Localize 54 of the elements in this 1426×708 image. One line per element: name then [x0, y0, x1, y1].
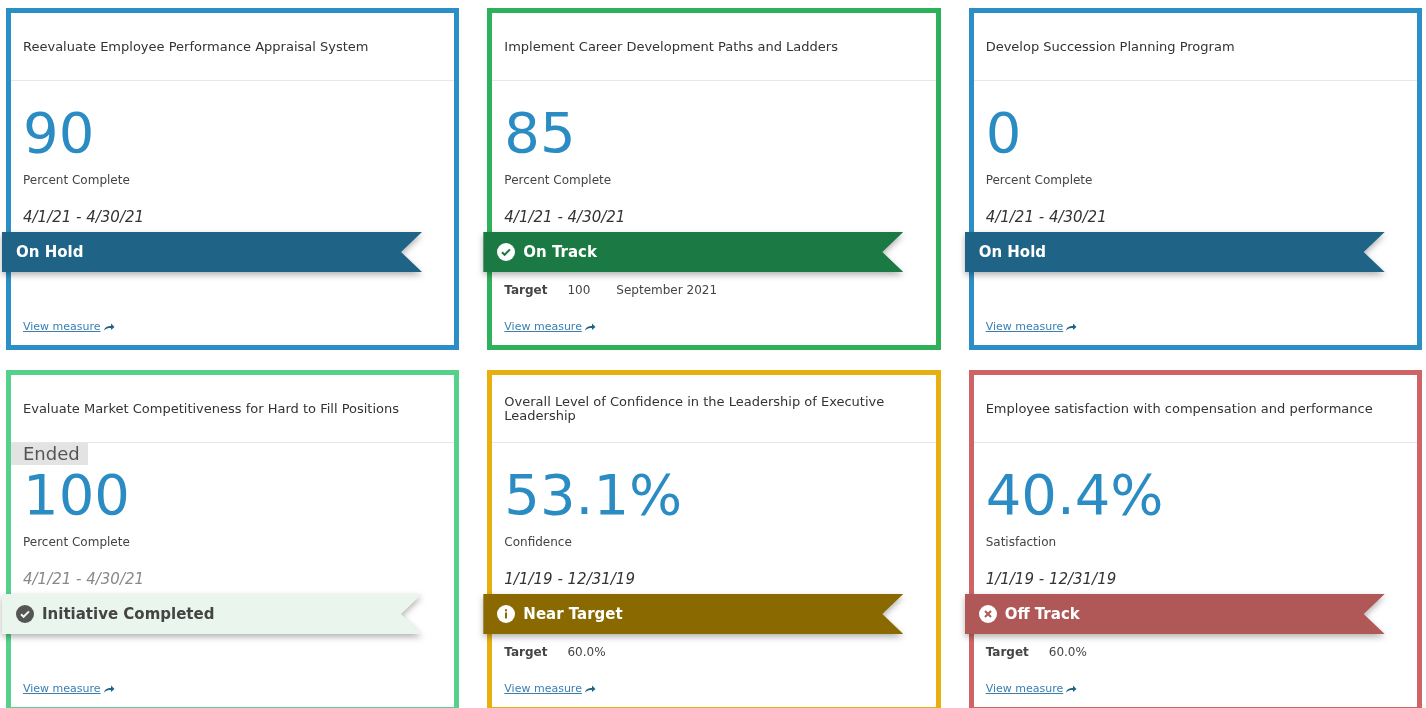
- view-measure-link[interactable]: View measure: [504, 320, 596, 334]
- metric-label: Percent Complete: [504, 173, 612, 187]
- card-title: Reevaluate Employee Performance Appraisal System: [23, 39, 369, 54]
- card-title: Evaluate Market Competitiveness for Hard to Fill Positions: [23, 401, 400, 416]
- arrow-icon: [1065, 323, 1078, 331]
- target-value: 60.0%: [1048, 645, 1087, 659]
- metric-label: Percent Complete: [23, 535, 130, 549]
- arrow-icon: [102, 323, 115, 331]
- status-label: Near Target: [523, 603, 623, 625]
- arrow-icon: [1065, 685, 1078, 693]
- status-label: On Hold: [978, 241, 1047, 263]
- view-measure-link[interactable]: View measure: [985, 320, 1078, 334]
- view-measure-link[interactable]: View measure: [23, 320, 115, 334]
- status-label: Initiative Completed: [42, 603, 215, 625]
- metric-label: Percent Complete: [985, 173, 1093, 187]
- metric-value: 90: [23, 105, 95, 161]
- date-range: 4/1/21 - 4/30/21: [23, 208, 145, 226]
- arrow-icon: [102, 685, 115, 693]
- metric-value: 100: [23, 467, 130, 523]
- x-circle-icon: [978, 605, 997, 623]
- metric-value: 40.4%: [985, 467, 1164, 523]
- card-title: Develop Succession Planning Program: [985, 39, 1235, 54]
- date-range: 4/1/21 - 4/30/21: [504, 208, 626, 226]
- target-label: Target: [504, 645, 548, 659]
- target-value: 100: [567, 283, 591, 297]
- metric-value: 53.1%: [504, 467, 683, 523]
- metric-label: Confidence: [504, 535, 572, 549]
- check-circle-icon: [497, 243, 516, 261]
- status-label: On Track: [523, 241, 597, 263]
- ended-badge: Ended: [11, 443, 88, 465]
- card-title: Employee satisfaction with compensation and performance: [985, 401, 1373, 416]
- metric-label: Percent Complete: [23, 173, 130, 187]
- arrow-icon: [583, 685, 596, 693]
- date-range: 1/1/19 - 12/31/19: [985, 570, 1117, 588]
- card-title: Overall Level of Confidence in the Leadership of Executive Leadership: [504, 394, 886, 423]
- status-label: Off Track: [1004, 603, 1080, 625]
- metric-label: Satisfaction: [985, 535, 1057, 549]
- view-measure-link[interactable]: View measure: [504, 682, 596, 696]
- view-measure-link[interactable]: View measure: [23, 682, 115, 696]
- metric-value: 0: [985, 105, 1022, 161]
- date-range: 1/1/19 - 12/31/19: [504, 570, 635, 588]
- date-range: 4/1/21 - 4/30/21: [985, 208, 1107, 226]
- metric-value: 85: [504, 105, 576, 161]
- target-date: September 2021: [616, 283, 718, 297]
- target-label: Target: [504, 283, 548, 297]
- card-title: Implement Career Development Paths and Ladders: [504, 39, 838, 54]
- status-label: On Hold: [16, 241, 84, 263]
- check-circle-icon: [16, 605, 34, 623]
- target-value: 60.0%: [567, 645, 606, 659]
- view-measure-link[interactable]: View measure: [985, 682, 1078, 696]
- target-label: Target: [985, 645, 1029, 659]
- arrow-icon: [583, 323, 596, 331]
- date-range: 4/1/21 - 4/30/21: [23, 570, 145, 588]
- info-icon: [497, 605, 516, 623]
